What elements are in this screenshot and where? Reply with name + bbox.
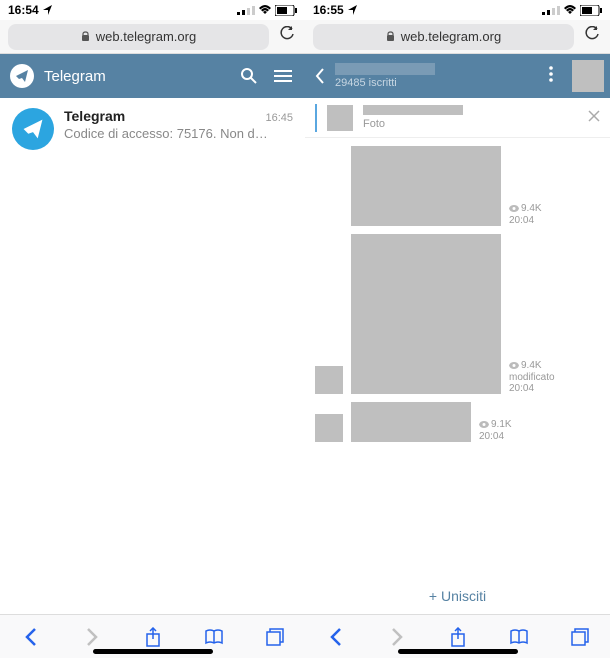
chat-item-telegram[interactable]: Telegram 16:45 Codice di accesso: 75176.…	[0, 98, 305, 160]
channel-header: 29485 iscritti	[305, 54, 610, 98]
subscriber-count: 29485 iscritti	[335, 77, 530, 89]
message-row[interactable]: 9.4K20:04	[305, 142, 610, 230]
dots-vertical-icon	[549, 66, 553, 82]
chat-preview: Codice di accesso: 75176. Non d…	[64, 126, 293, 141]
refresh-button[interactable]	[277, 26, 297, 47]
channel-title-area[interactable]: 29485 iscritti	[335, 63, 530, 89]
pin-indicator	[315, 104, 317, 132]
lock-icon	[81, 31, 90, 42]
status-time: 16:55	[313, 3, 344, 17]
screen-left: 16:54 web.telegram.org Telegram	[0, 0, 305, 658]
address-bar: web.telegram.org	[0, 20, 305, 54]
telegram-header: Telegram	[0, 54, 305, 98]
screen-right: 16:55 web.telegram.org 29485 iscritti	[305, 0, 610, 658]
tabs-icon	[266, 628, 284, 646]
refresh-icon	[584, 26, 600, 42]
eye-icon	[509, 362, 519, 369]
book-icon	[205, 629, 223, 645]
plane-icon	[15, 69, 29, 83]
join-row: + Unisciti	[305, 580, 610, 614]
message-time: 20:04	[479, 431, 504, 442]
chat-name: Telegram	[64, 108, 125, 124]
plane-icon	[22, 118, 44, 140]
chat-time: 16:45	[265, 112, 293, 124]
signal-icon	[237, 5, 255, 15]
home-indicator[interactable]	[398, 649, 518, 654]
status-time: 16:54	[8, 3, 39, 17]
message-media[interactable]	[351, 146, 501, 226]
telegram-logo	[10, 64, 34, 88]
eye-icon	[479, 421, 489, 428]
message-row[interactable]: 9.4Kmodificato20:04	[305, 230, 610, 398]
tabs-button[interactable]	[560, 617, 600, 657]
battery-icon	[580, 5, 602, 16]
eye-icon	[509, 205, 519, 212]
views-count: 9.4K	[509, 203, 542, 214]
views-count: 9.4K	[509, 360, 542, 371]
message-avatar	[315, 414, 343, 442]
home-indicator[interactable]	[93, 649, 213, 654]
message-list[interactable]: 9.4K20:04 9.4Kmodificato20:04 9.1K20:04	[305, 138, 610, 580]
pinned-thumbnail	[327, 105, 353, 131]
lock-icon	[386, 31, 395, 42]
chat-list: Telegram 16:45 Codice di accesso: 75176.…	[0, 98, 305, 614]
url-field[interactable]: web.telegram.org	[313, 24, 574, 50]
search-icon	[240, 67, 258, 85]
address-bar: web.telegram.org	[305, 20, 610, 54]
message-meta: 9.4K20:04	[509, 203, 549, 226]
channel-name-redacted	[335, 63, 435, 75]
message-meta: 9.4Kmodificato20:04	[509, 360, 549, 394]
wifi-icon	[258, 5, 272, 15]
back-button[interactable]	[11, 617, 51, 657]
location-icon	[43, 5, 53, 15]
views-count: 9.1K	[479, 419, 512, 430]
chevron-right-icon	[391, 628, 403, 646]
chevron-left-icon	[25, 628, 37, 646]
avatar	[12, 108, 54, 150]
menu-button[interactable]	[271, 64, 295, 88]
tabs-icon	[571, 628, 589, 646]
status-bar: 16:54	[0, 0, 305, 20]
back-button[interactable]	[316, 617, 356, 657]
tabs-button[interactable]	[255, 617, 295, 657]
pinned-title-redacted	[363, 105, 463, 115]
share-icon	[450, 627, 466, 647]
url-field[interactable]: web.telegram.org	[8, 24, 269, 50]
more-button[interactable]	[536, 66, 566, 87]
close-pinned-button[interactable]	[588, 109, 600, 127]
channel-avatar[interactable]	[572, 60, 604, 92]
back-button[interactable]	[311, 54, 329, 98]
share-icon	[145, 627, 161, 647]
message-media[interactable]	[351, 234, 501, 394]
menu-icon	[274, 69, 292, 83]
close-icon	[588, 110, 600, 122]
url-text: web.telegram.org	[96, 29, 196, 44]
chevron-right-icon	[86, 628, 98, 646]
chevron-left-icon	[315, 68, 325, 84]
edited-label: modificato	[509, 372, 555, 383]
chevron-left-icon	[330, 628, 342, 646]
book-icon	[510, 629, 528, 645]
wifi-icon	[563, 5, 577, 15]
battery-icon	[275, 5, 297, 16]
message-avatar	[315, 366, 343, 394]
pinned-label: Foto	[363, 118, 578, 130]
message-avatar	[315, 198, 343, 226]
app-title: Telegram	[44, 68, 227, 85]
pinned-message[interactable]: Foto	[305, 98, 610, 138]
refresh-button[interactable]	[582, 26, 602, 47]
join-button[interactable]: + Unisciti	[429, 588, 486, 604]
message-meta: 9.1K20:04	[479, 419, 519, 442]
signal-icon	[542, 5, 560, 15]
message-media[interactable]	[351, 402, 471, 442]
search-button[interactable]	[237, 64, 261, 88]
message-time: 20:04	[509, 215, 534, 226]
message-time: 20:04	[509, 383, 534, 394]
refresh-icon	[279, 26, 295, 42]
status-bar: 16:55	[305, 0, 610, 20]
url-text: web.telegram.org	[401, 29, 501, 44]
message-row[interactable]: 9.1K20:04	[305, 398, 610, 446]
location-icon	[348, 5, 358, 15]
